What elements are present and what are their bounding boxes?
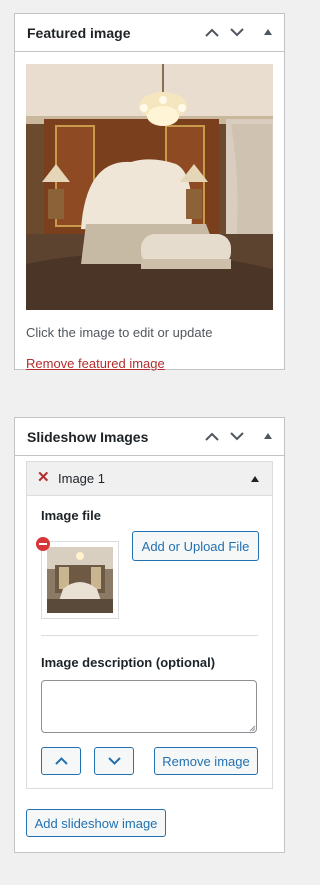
chevron-down-icon[interactable] [226, 21, 248, 43]
resize-grip-icon[interactable] [249, 725, 256, 732]
panel-title: Featured image [27, 25, 131, 41]
minus-circle-icon[interactable] [36, 537, 50, 551]
divider [41, 635, 258, 636]
slideshow-item-title: Image 1 [58, 471, 105, 486]
chevron-up-icon[interactable] [201, 21, 223, 43]
add-or-upload-file-button[interactable]: Add or Upload File [132, 531, 259, 561]
chevron-down-icon[interactable] [226, 425, 248, 447]
close-icon[interactable]: ✕ [37, 470, 51, 486]
triangle-up-icon[interactable] [257, 425, 279, 447]
move-down-button[interactable] [94, 747, 134, 775]
remove-featured-image-link[interactable]: Remove featured image [26, 356, 165, 371]
slideshow-item-header: ✕ Image 1 [27, 462, 272, 496]
add-slideshow-image-button[interactable]: Add slideshow image [26, 809, 166, 837]
image-file-label: Image file [41, 508, 101, 523]
move-up-button[interactable] [41, 747, 81, 775]
chevron-up-icon[interactable] [201, 425, 223, 447]
featured-image[interactable] [26, 64, 273, 310]
chevron-down-icon [107, 757, 121, 765]
image-description-label: Image description (optional) [41, 655, 216, 670]
slideshow-item: ✕ Image 1 Image file Add or Upload File … [26, 461, 273, 789]
triangle-up-icon[interactable] [247, 471, 263, 487]
image-description-field[interactable] [41, 680, 257, 733]
triangle-up-icon[interactable] [257, 21, 279, 43]
panel-title: Slideshow Images [27, 429, 149, 445]
panel-header: Slideshow Images [15, 418, 284, 456]
chevron-up-icon [54, 757, 68, 765]
featured-image-panel: Featured image Click the image to edit o… [14, 13, 285, 371]
slideshow-images-panel: Slideshow Images ✕ Image 1 Image file Ad… [14, 417, 285, 853]
featured-image-hint: Click the image to edit or update [26, 325, 213, 340]
image-thumbnail[interactable] [41, 541, 119, 619]
panel-header: Featured image [15, 14, 284, 52]
remove-image-button[interactable]: Remove image [154, 747, 258, 775]
